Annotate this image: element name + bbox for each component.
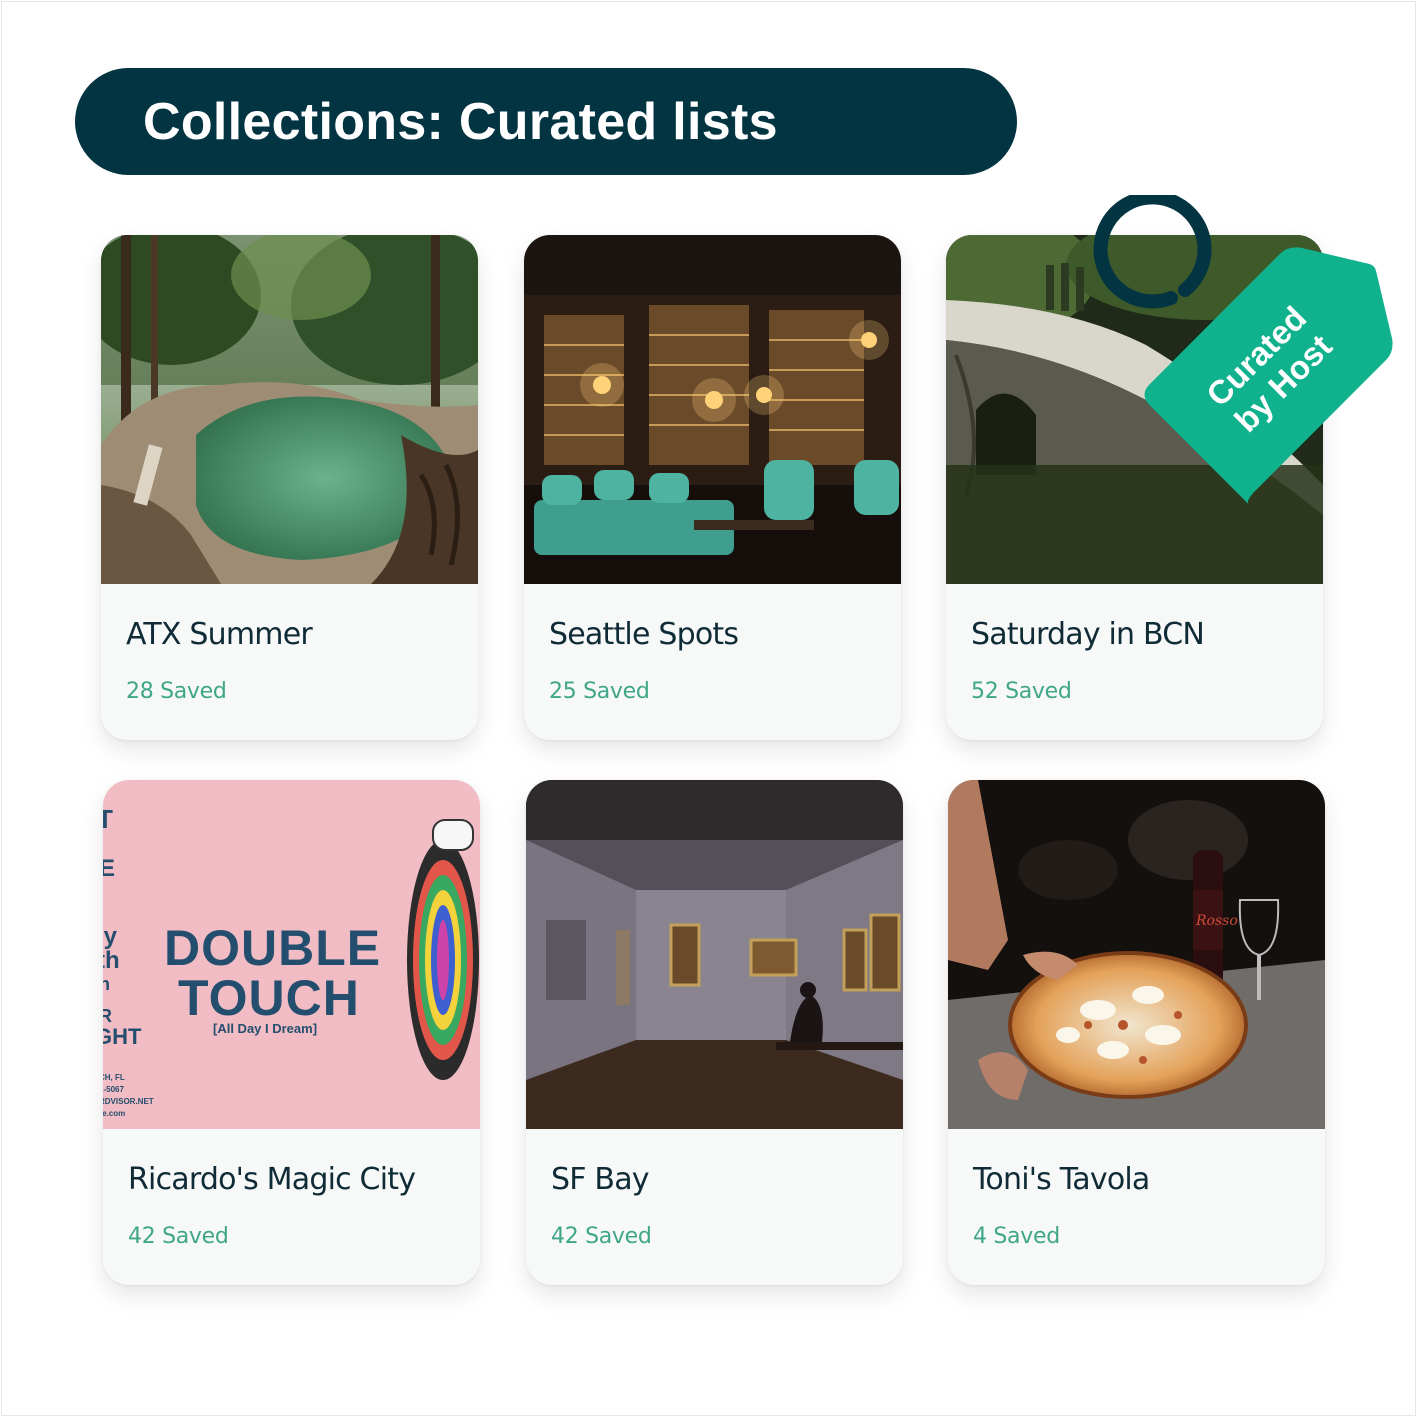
poster-edge-text: T [103,804,113,834]
header-banner: Collections: Curated lists [75,68,1017,175]
collection-card-atx-summer[interactable]: ATX Summer 28 Saved [101,235,478,740]
collection-title: Toni's Tavola [973,1162,1150,1197]
collection-image-gallery [526,780,903,1129]
collection-saved-count: 25 Saved [549,679,650,704]
collection-image-river [101,235,478,584]
collection-card-ricardos-magic-city[interactable]: T E ly th n R GHT CH, FL 1-5067 RDVISOR.… [103,780,480,1285]
poster-edge-text: 1-5067 [103,1085,124,1094]
poster-edge-text: E [103,855,115,882]
collection-title: SF Bay [551,1162,650,1197]
collection-image-poster: T E ly th n R GHT CH, FL 1-5067 RDVISOR.… [103,780,480,1129]
collection-card-sf-bay[interactable]: SF Bay 42 Saved [526,780,903,1285]
collection-saved-count: 42 Saved [551,1224,652,1249]
collection-saved-count: 52 Saved [971,679,1072,704]
poster-edge-text: RDVISOR.NET [103,1097,154,1106]
poster-edge-text: th [103,947,120,974]
poster-title-line2: TOUCH [178,970,360,1026]
collection-card-seattle-spots[interactable]: Seattle Spots 25 Saved [524,235,901,740]
collection-saved-count: 42 Saved [128,1224,229,1249]
collection-saved-count: 4 Saved [973,1224,1060,1249]
curated-by-host-tag: Curated by Host [1085,190,1405,515]
collection-image-bar [524,235,901,584]
collection-title: Saturday in BCN [971,617,1205,652]
wine-bottle-label: Rosso [1195,913,1238,929]
collection-title: Ricardo's Magic City [128,1162,416,1197]
collection-title: ATX Summer [126,617,313,652]
collection-image-pizza: Rosso [948,780,1325,1129]
collection-title: Seattle Spots [549,617,739,652]
collection-card-tonis-tavola[interactable]: Rosso Toni's Tavola 4 Saved [948,780,1325,1285]
page-title: Collections: Curated lists [143,92,778,151]
poster-edge-text: re.com [103,1109,125,1118]
poster-edge-text: GHT [103,1024,142,1049]
poster-edge-text: n [103,974,110,994]
poster-edge-text: R [103,1006,112,1026]
poster-edge-text: CH, FL [103,1073,125,1082]
poster-subtitle: [All Day I Dream] [213,1021,317,1036]
poster-edge-text: ly [103,923,118,950]
collection-saved-count: 28 Saved [126,679,227,704]
poster-title-line1: DOUBLE [164,920,381,976]
